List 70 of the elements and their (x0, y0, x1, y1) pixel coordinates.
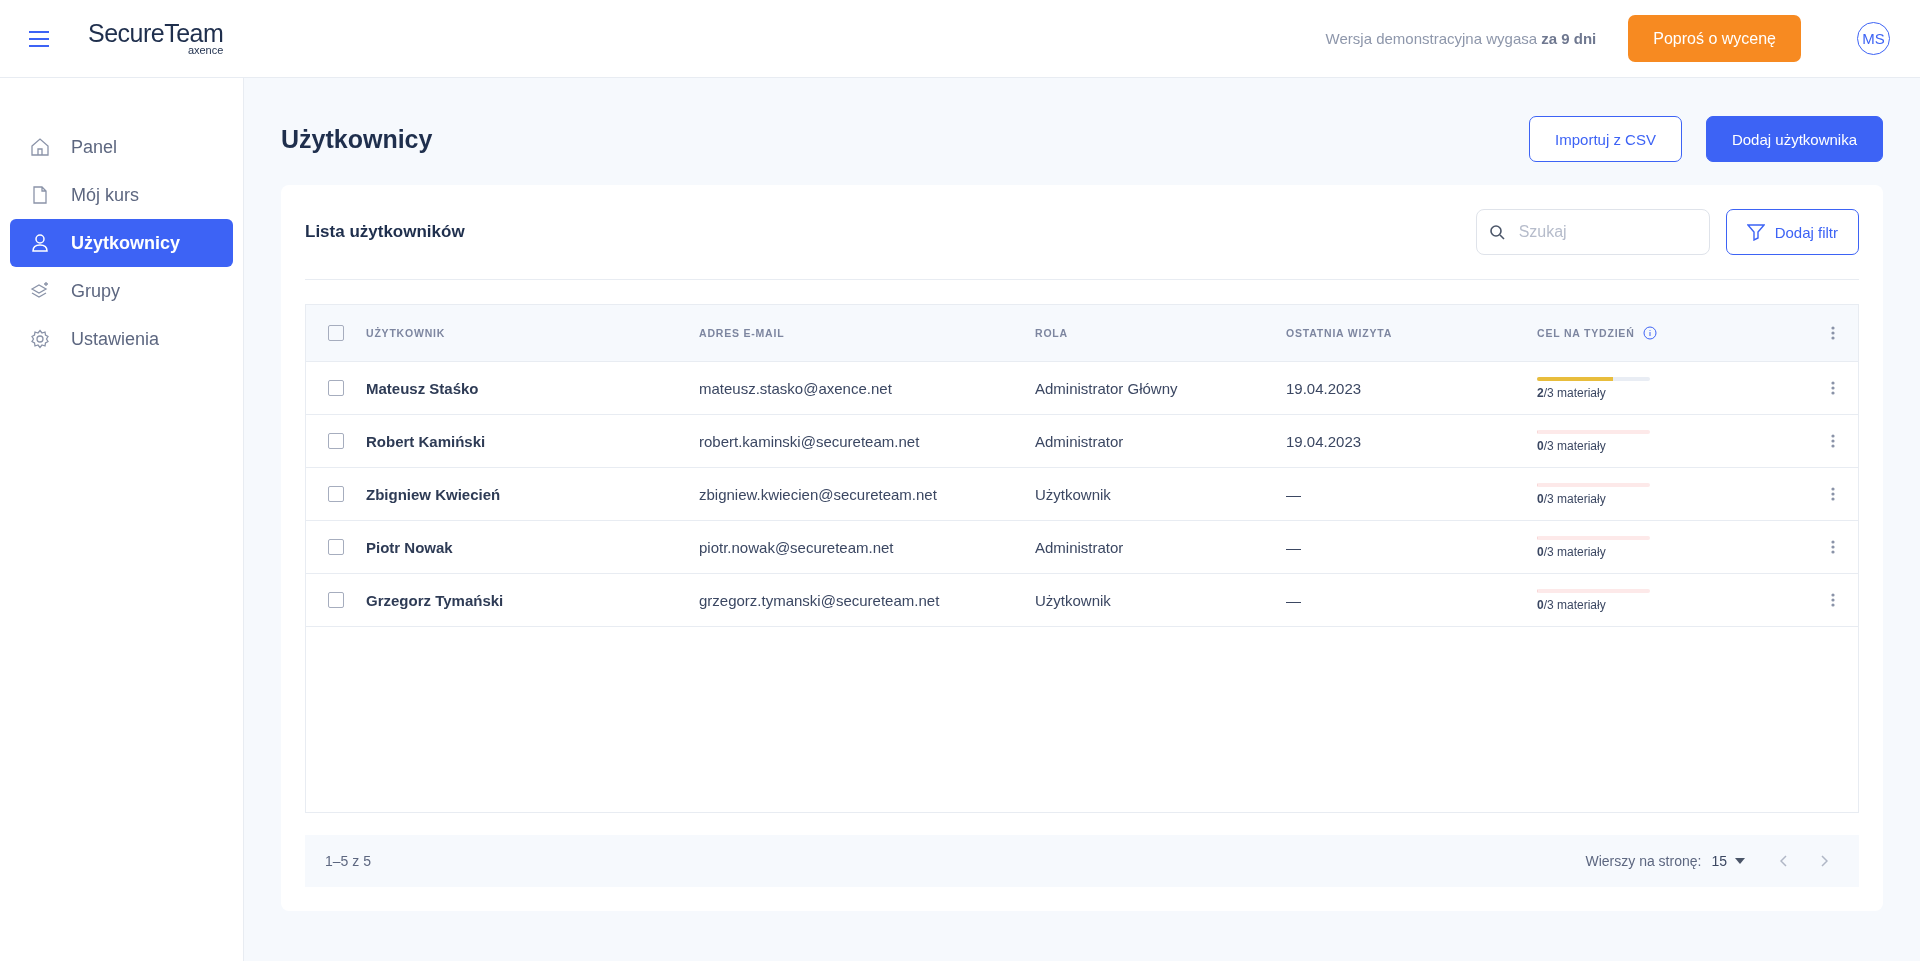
trial-notice: Wersja demonstracyjna wygasa za 9 dni (1325, 30, 1597, 47)
menu-icon[interactable] (28, 29, 50, 48)
role-cell: Administrator Główny (1035, 379, 1178, 397)
last-visit-cell: — (1286, 591, 1301, 609)
user-name: Piotr Nowak (366, 538, 453, 556)
last-visit-cell: — (1286, 538, 1301, 556)
email-cell: zbigniew.kwiecien@secureteam.net (699, 485, 937, 503)
rows-per-page-label: Wierszy na stronę: (1585, 853, 1702, 869)
rows-per-page-select[interactable]: 15 (1711, 853, 1759, 869)
goal-text: 0/3 materiały (1537, 544, 1606, 559)
page-title: Użytkownicy (281, 124, 434, 154)
last-visit-cell: 19.04.2023 (1286, 432, 1362, 450)
search-icon (1488, 224, 1505, 240)
more-icon[interactable] (1830, 540, 1835, 554)
filter-button[interactable]: Dodaj filtr (1725, 209, 1859, 255)
column-header: CEL NA TYDZIEŃ (1537, 327, 1635, 339)
email-cell: grzegorz.tymanski@secureteam.net (699, 591, 940, 609)
more-icon[interactable] (1830, 326, 1835, 340)
goal-text: 0/3 materiały (1537, 438, 1606, 453)
chevron-left-icon (1780, 855, 1788, 867)
sidebar-item[interactable]: Grupy (10, 267, 233, 315)
goal-text: 2/3 materiały (1537, 385, 1606, 400)
row-checkbox[interactable] (328, 592, 344, 608)
user-name: Zbigniew Kwiecień (366, 485, 501, 503)
add-user-button[interactable]: Dodaj użytkownika (1705, 116, 1883, 162)
row-checkbox[interactable] (328, 380, 344, 396)
sidebar-item[interactable]: Użytkownicy (10, 219, 233, 267)
sidebar-item[interactable]: Panel (10, 123, 233, 171)
document-icon (30, 185, 50, 205)
select-all-checkbox[interactable] (328, 325, 344, 341)
role-cell: Administrator (1035, 432, 1124, 450)
user-avatar[interactable]: MS (1857, 22, 1890, 55)
user-icon (30, 233, 50, 253)
goal-text: 0/3 materiały (1537, 491, 1606, 506)
search-field[interactable]: Szukaj (1475, 209, 1710, 255)
user-name: Grzegorz Tymański (366, 591, 504, 609)
sidebar-item[interactable]: Ustawienia (10, 315, 233, 363)
row-checkbox[interactable] (328, 486, 344, 502)
more-icon[interactable] (1830, 381, 1835, 395)
goal-text: 0/3 materiały (1537, 597, 1606, 612)
user-name: Robert Kamiński (366, 432, 486, 450)
email-cell: mateusz.stasko@axence.net (699, 379, 892, 397)
more-icon[interactable] (1830, 487, 1835, 501)
role-cell: Administrator (1035, 538, 1124, 556)
import-button[interactable]: Importuj z CSV (1529, 116, 1682, 162)
row-checkbox[interactable] (328, 433, 344, 449)
sidebar-item[interactable]: Mój kurs (10, 171, 233, 219)
column-header: ADRES E-MAIL (699, 327, 785, 339)
more-icon[interactable] (1830, 593, 1835, 607)
caret-icon (1735, 858, 1745, 864)
column-header: UŻYTKOWNIK (366, 327, 446, 339)
role-cell: Użytkownik (1035, 485, 1111, 503)
last-visit-cell: — (1286, 485, 1301, 503)
column-header: OSTATNIA WIZYTA (1286, 327, 1393, 339)
column-header: ROLA (1035, 327, 1068, 339)
logo: SecureTeam axence (88, 21, 224, 56)
settings-icon (30, 329, 50, 349)
role-cell: Użytkownik (1035, 591, 1111, 609)
home-icon (30, 137, 50, 157)
chevron-right-icon (1820, 855, 1828, 867)
info-icon (1642, 326, 1657, 340)
row-checkbox[interactable] (328, 539, 344, 555)
last-visit-cell: 19.04.2023 (1286, 379, 1362, 397)
email-cell: robert.kaminski@secureteam.net (699, 432, 920, 450)
list-title: Lista użytkowników (305, 222, 466, 242)
range-text: 1–5 z 5 (325, 853, 371, 869)
email-cell: piotr.nowak@secureteam.net (699, 538, 894, 556)
user-name: Mateusz Staśko (366, 379, 479, 397)
filter-icon (1746, 223, 1765, 241)
more-icon[interactable] (1830, 434, 1835, 448)
